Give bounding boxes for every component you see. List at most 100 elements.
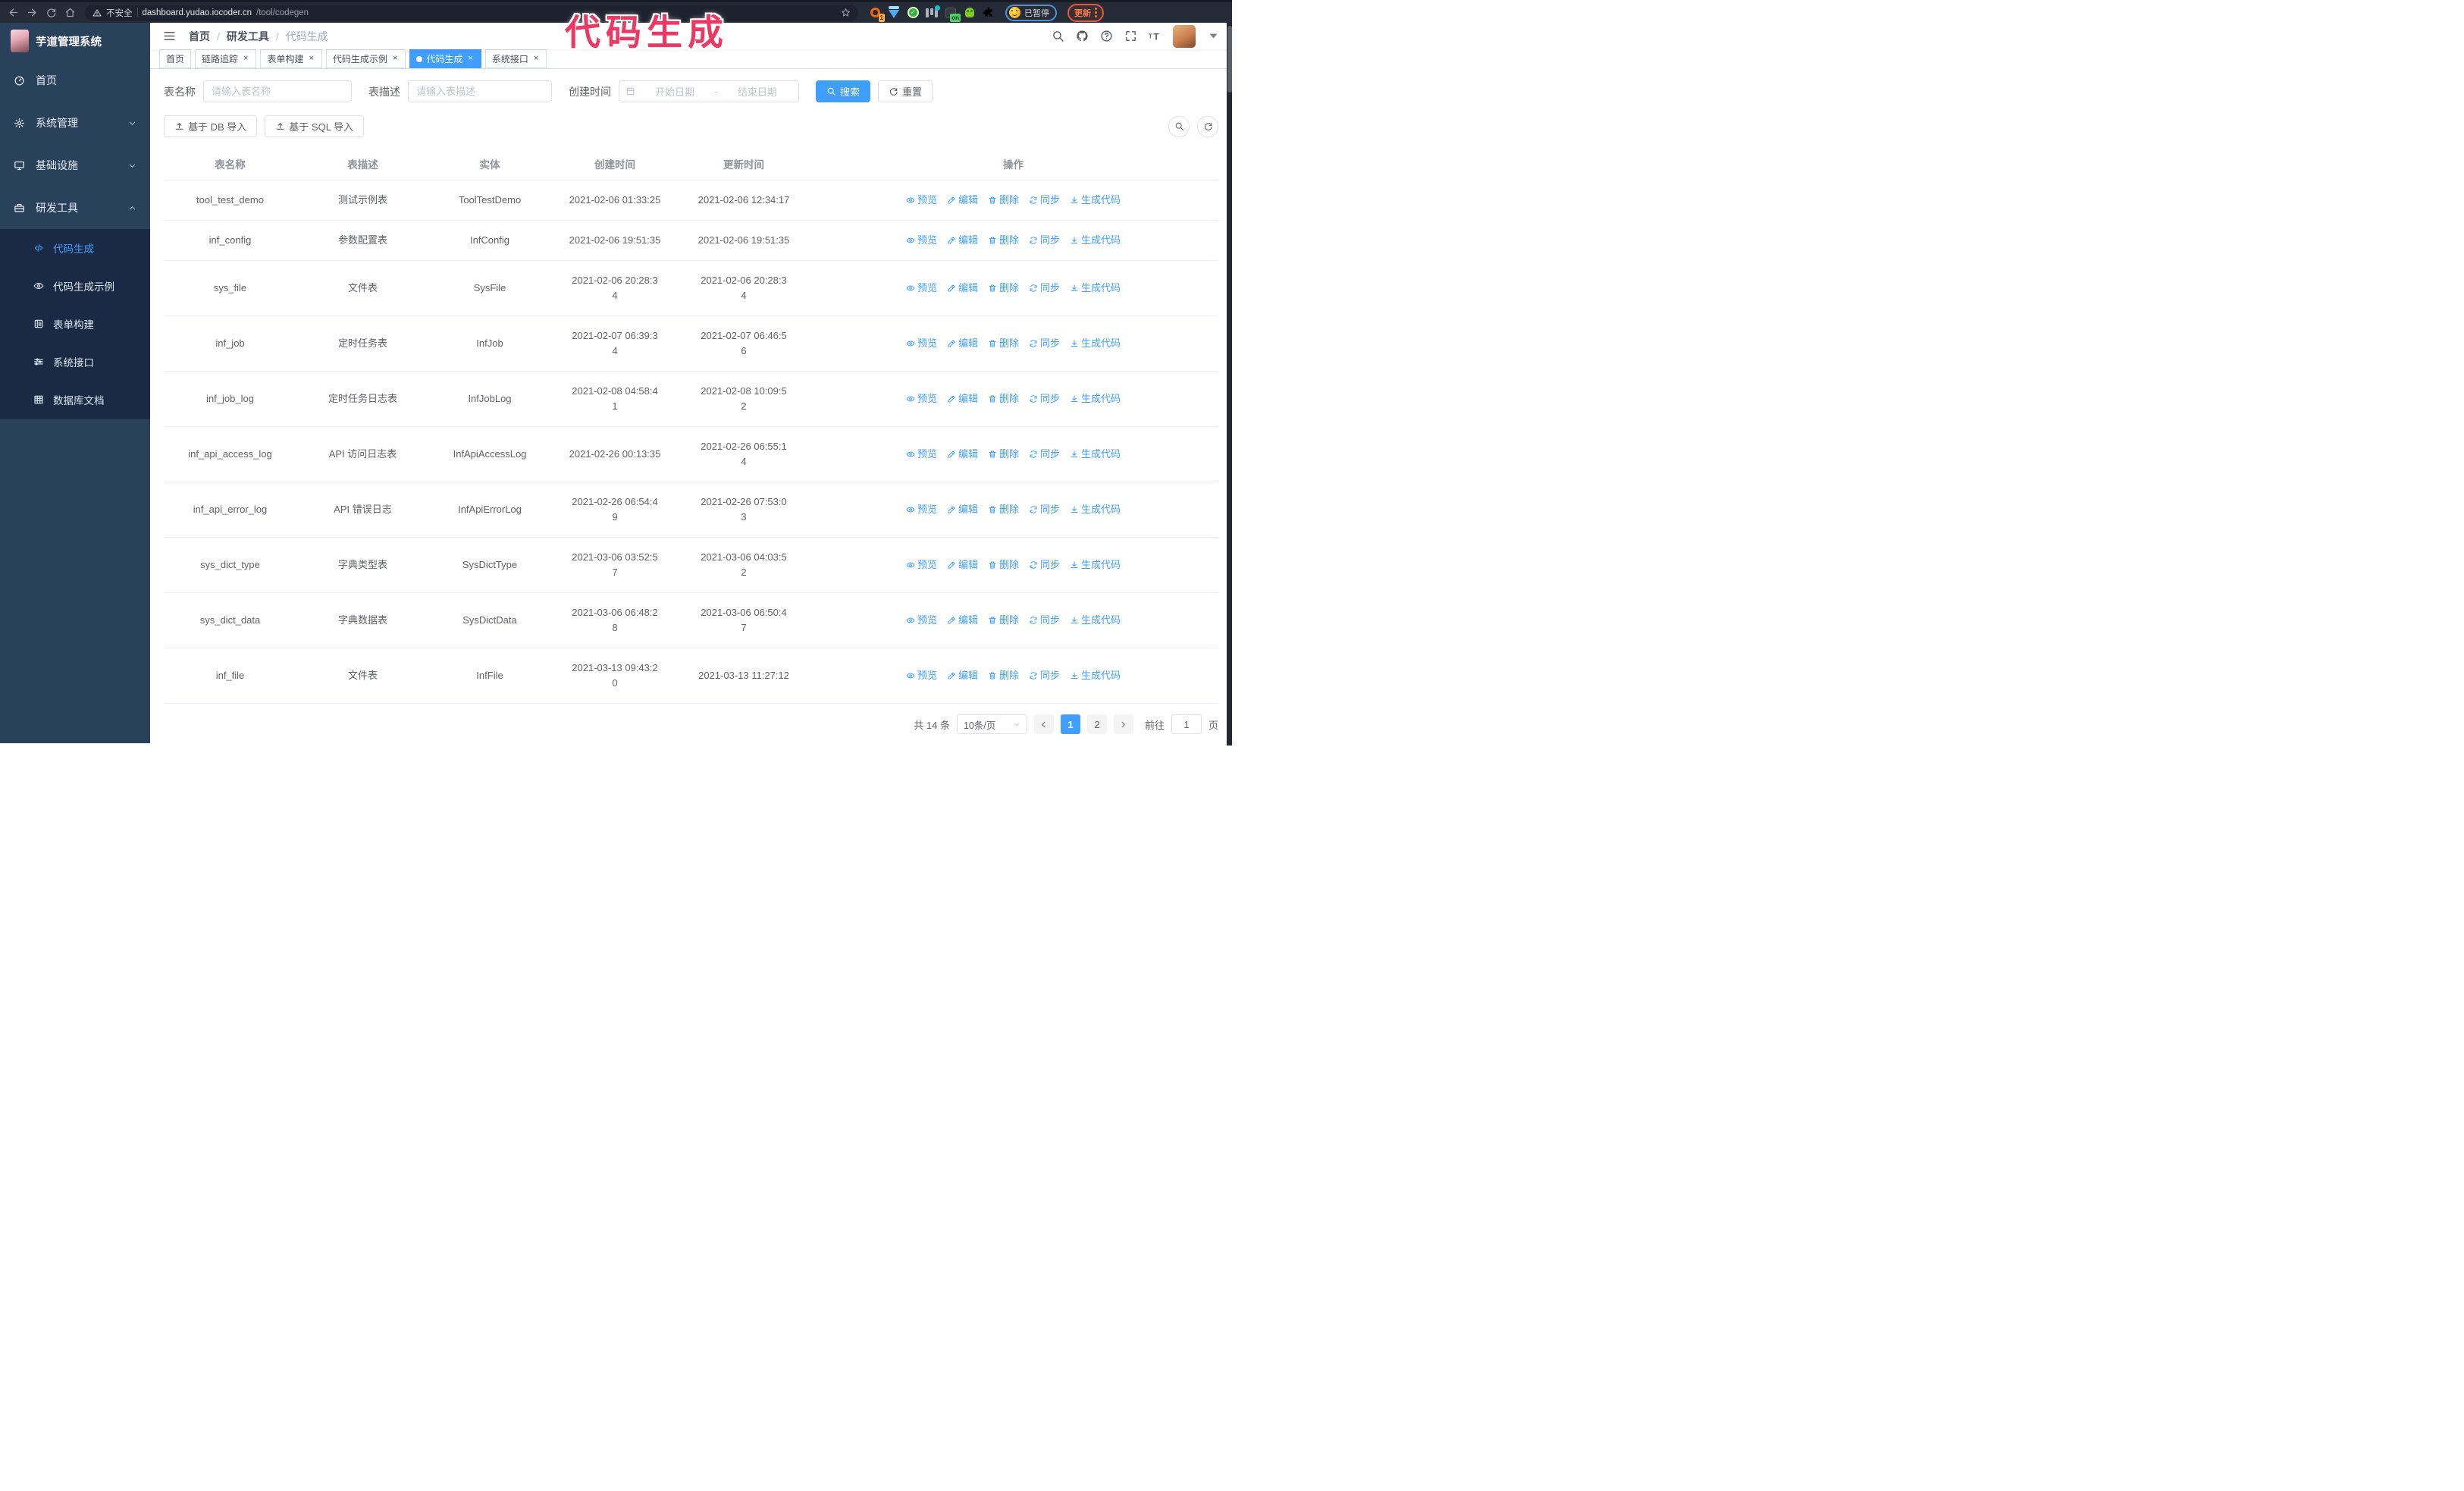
action-eye[interactable]: 预览 — [906, 391, 937, 406]
action-generate-code[interactable]: 生成代码 — [1070, 668, 1121, 683]
github-icon[interactable] — [1076, 30, 1089, 42]
avatar-caret-down-icon[interactable] — [1207, 30, 1220, 42]
action-edit[interactable]: 编辑 — [947, 447, 978, 462]
tab-0[interactable]: 首页 — [159, 49, 192, 68]
extensions-puzzle-icon[interactable] — [983, 7, 995, 19]
action-sync[interactable]: 同步 — [1029, 391, 1060, 406]
breadcrumb-item[interactable]: 研发工具 — [227, 29, 269, 44]
action-trash[interactable]: 删除 — [988, 281, 1019, 296]
action-sync[interactable]: 同步 — [1029, 281, 1060, 296]
tab-5[interactable]: 系统接口 × — [484, 49, 547, 68]
search-button[interactable]: 搜索 — [816, 80, 871, 102]
tab-2[interactable]: 表单构建 × — [260, 49, 322, 68]
toggle-search-button[interactable] — [1168, 115, 1190, 137]
action-eye[interactable]: 预览 — [906, 193, 937, 208]
extension-gem-icon[interactable] — [888, 7, 900, 19]
browser-update-button[interactable]: 更新 — [1067, 3, 1104, 22]
action-trash[interactable]: 删除 — [988, 502, 1019, 517]
tab-3[interactable]: 代码生成示例 × — [325, 49, 406, 68]
end-date-placeholder[interactable]: 结束日期 — [723, 84, 792, 99]
prev-page-button[interactable] — [1033, 714, 1054, 734]
tab-4[interactable]: 代码生成 × — [409, 49, 481, 68]
action-eye[interactable]: 预览 — [906, 557, 937, 573]
sidebar-subitem-1[interactable]: 代码生成示例 — [0, 267, 150, 305]
action-sync[interactable]: 同步 — [1029, 336, 1060, 351]
action-generate-code[interactable]: 生成代码 — [1070, 233, 1121, 248]
action-edit[interactable]: 编辑 — [947, 613, 978, 628]
action-sync[interactable]: 同步 — [1029, 502, 1060, 517]
action-generate-code[interactable]: 生成代码 — [1070, 447, 1121, 462]
sidebar-item-devtools[interactable]: 研发工具 — [0, 187, 150, 229]
extension-alien-icon[interactable] — [964, 7, 976, 19]
header-search-icon[interactable] — [1052, 30, 1064, 42]
page-size-select[interactable]: 10条/页 — [956, 714, 1027, 734]
action-trash[interactable]: 删除 — [988, 668, 1019, 683]
action-sync[interactable]: 同步 — [1029, 613, 1060, 628]
browser-scrollbar[interactable] — [1227, 23, 1232, 746]
action-sync[interactable]: 同步 — [1029, 557, 1060, 573]
action-sync[interactable]: 同步 — [1029, 233, 1060, 248]
table-desc-input[interactable] — [408, 80, 552, 102]
start-date-placeholder[interactable]: 开始日期 — [640, 84, 710, 99]
action-eye[interactable]: 预览 — [906, 502, 937, 517]
action-sync[interactable]: 同步 — [1029, 193, 1060, 208]
date-range-picker[interactable]: 开始日期 - 结束日期 — [619, 80, 799, 102]
page-button-1[interactable]: 1 — [1060, 714, 1080, 734]
security-label[interactable]: 不安全 — [106, 7, 133, 19]
app-logo[interactable]: 芋道管理系统 — [0, 23, 150, 59]
user-avatar[interactable] — [1173, 24, 1196, 48]
url-host[interactable]: dashboard.yudao.iocoder.cn — [143, 8, 252, 17]
tab-close-icon[interactable]: × — [532, 54, 540, 64]
help-icon[interactable] — [1100, 30, 1113, 42]
action-generate-code[interactable]: 生成代码 — [1070, 193, 1121, 208]
breadcrumb-item[interactable]: 首页 — [189, 29, 210, 44]
hamburger-icon[interactable] — [162, 29, 177, 43]
action-eye[interactable]: 预览 — [906, 281, 937, 296]
scrollbar-thumb[interactable] — [1227, 26, 1232, 93]
action-trash[interactable]: 删除 — [988, 336, 1019, 351]
tab-1[interactable]: 链路追踪 × — [195, 49, 257, 68]
refresh-table-button[interactable] — [1197, 115, 1218, 137]
action-generate-code[interactable]: 生成代码 — [1070, 281, 1121, 296]
reset-button[interactable]: 重置 — [878, 80, 933, 102]
sidebar-subitem-3[interactable]: 系统接口 — [0, 343, 150, 381]
action-edit[interactable]: 编辑 — [947, 233, 978, 248]
action-edit[interactable]: 编辑 — [947, 668, 978, 683]
bookmark-star-icon[interactable] — [841, 8, 851, 17]
action-eye[interactable]: 预览 — [906, 233, 937, 248]
action-trash[interactable]: 删除 — [988, 557, 1019, 573]
address-bar[interactable]: 不安全 dashboard.yudao.iocoder.cn/tool/code… — [85, 4, 858, 21]
browser-reload-icon[interactable] — [45, 7, 57, 18]
action-trash[interactable]: 删除 — [988, 613, 1019, 628]
table-name-input[interactable] — [203, 80, 352, 102]
action-generate-code[interactable]: 生成代码 — [1070, 613, 1121, 628]
action-eye[interactable]: 预览 — [906, 336, 937, 351]
action-edit[interactable]: 编辑 — [947, 336, 978, 351]
action-trash[interactable]: 删除 — [988, 447, 1019, 462]
sidebar-item-system[interactable]: 系统管理 — [0, 102, 150, 144]
action-eye[interactable]: 预览 — [906, 668, 937, 683]
fullscreen-icon[interactable] — [1124, 30, 1137, 42]
tab-close-icon[interactable]: × — [466, 54, 474, 64]
tab-close-icon[interactable]: × — [307, 54, 315, 64]
action-edit[interactable]: 编辑 — [947, 502, 978, 517]
action-generate-code[interactable]: 生成代码 — [1070, 557, 1121, 573]
browser-menu-dots-icon[interactable] — [1095, 8, 1097, 17]
action-edit[interactable]: 编辑 — [947, 281, 978, 296]
extension-orange-ring-icon[interactable]: 1 — [869, 7, 885, 22]
sidebar-subitem-2[interactable]: 表单构建 — [0, 305, 150, 343]
sidebar-subitem-0[interactable]: 代码生成 — [0, 229, 150, 267]
sidebar-item-infra[interactable]: 基础设施 — [0, 144, 150, 187]
action-edit[interactable]: 编辑 — [947, 391, 978, 406]
action-generate-code[interactable]: 生成代码 — [1070, 391, 1121, 406]
sidebar-subitem-4[interactable]: 数据库文档 — [0, 381, 150, 419]
action-eye[interactable]: 预览 — [906, 613, 937, 628]
url-path[interactable]: /tool/codegen — [256, 8, 309, 17]
action-sync[interactable]: 同步 — [1029, 447, 1060, 462]
font-size-icon[interactable] — [1149, 30, 1161, 42]
goto-page-input[interactable] — [1171, 714, 1202, 734]
import-sql-button[interactable]: 基于 SQL 导入 — [265, 115, 365, 137]
action-generate-code[interactable]: 生成代码 — [1070, 502, 1121, 517]
extension-green-check-icon[interactable]: ✓ — [907, 7, 919, 19]
next-page-button[interactable] — [1113, 714, 1133, 734]
